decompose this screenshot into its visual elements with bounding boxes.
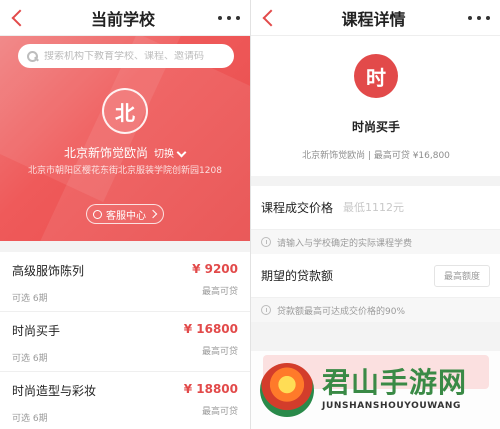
course-max: 最高可贷: [201, 347, 238, 357]
max-amount-label: 最高额度: [443, 272, 480, 282]
app-screens: 当前学校 北 北京新饰觉欧尚 切换 北京市朝阳区樱花东街北京服装学院创新园120…: [0, 0, 500, 429]
course-price: ¥ 16800: [183, 322, 238, 336]
back-icon[interactable]: [261, 9, 279, 27]
course-list: 高级服饰陈列 可选 6期 ¥ 9200 最高可贷 时尚买手 可选 6期 ¥ 16…: [0, 252, 250, 429]
more-icon[interactable]: [467, 9, 490, 27]
course-title: 时尚买手: [351, 120, 400, 134]
search-bar[interactable]: [18, 44, 234, 68]
loan-hint: 贷款额最高可达成交价格的90%: [251, 298, 500, 322]
course-item[interactable]: 时尚造型与彩妆 可选 6期 ¥ 18800 最高可贷: [0, 372, 250, 429]
course-avatar-text: 时: [366, 65, 386, 90]
search-icon: [26, 50, 38, 62]
chevron-down-icon: [176, 148, 186, 158]
price-hint: 请输入与学校确定的实际课程学费: [251, 230, 500, 254]
school-address: 北京市朝阳区樱花东街北京服装学院创新园1208: [28, 166, 222, 176]
service-label: 客服中心: [106, 210, 146, 222]
right-header: 课程详情: [251, 0, 500, 36]
price-label: 课程成交价格: [261, 201, 334, 215]
course-item[interactable]: 高级服饰陈列 可选 6期 ¥ 9200 最高可贷: [0, 252, 250, 312]
price-row: 课程成交价格: [251, 186, 500, 230]
info-icon: [261, 237, 271, 247]
submit-button[interactable]: [263, 355, 489, 389]
school-avatar: 北: [102, 88, 148, 134]
course-avatar: 时: [354, 54, 398, 98]
watermark-subtitle: JUNSHANSHOUYOUWANG: [322, 401, 462, 411]
switch-label: 切换: [154, 149, 174, 160]
price-input[interactable]: [343, 201, 490, 214]
course-price: ¥ 18800: [183, 382, 238, 396]
loan-row: 期望的贷款额 最高额度: [251, 254, 500, 298]
left-header: 当前学校: [0, 0, 250, 36]
headset-icon: [92, 209, 102, 219]
search-input[interactable]: [44, 50, 226, 62]
page-title: 当前学校: [90, 9, 155, 29]
max-amount-button[interactable]: 最高额度: [434, 264, 490, 287]
course-meta: 北京新饰觉欧尚 | 最高可贷 ¥16,800: [302, 151, 450, 161]
price-hint-text: 请输入与学校确定的实际课程学费: [277, 238, 413, 249]
page-title: 课程详情: [341, 9, 406, 29]
right-screen: 课程详情 时 时尚买手 北京新饰觉欧尚 | 最高可贷 ¥16,800 课程成交价…: [250, 0, 500, 429]
course-detail-card: 时 时尚买手 北京新饰觉欧尚 | 最高可贷 ¥16,800: [251, 36, 500, 176]
info-icon: [261, 305, 271, 315]
course-item[interactable]: 时尚买手 可选 6期 ¥ 16800 最高可贷: [0, 312, 250, 372]
course-price: ¥ 9200: [192, 262, 238, 276]
switch-school-button[interactable]: 切换: [154, 145, 186, 160]
chevron-right-icon: [150, 210, 158, 218]
loan-label: 期望的贷款额: [261, 269, 334, 283]
school-name-row: 北京新饰觉欧尚 切换: [0, 144, 250, 161]
school-hero: 北 北京新饰觉欧尚 切换 北京市朝阳区樱花东街北京服装学院创新园1208 客服中…: [0, 36, 250, 241]
course-max: 最高可贷: [201, 407, 238, 417]
payment-form: 课程成交价格 请输入与学校确定的实际课程学费 期望的贷款额 最高额度 贷款额最高…: [251, 186, 500, 322]
back-icon[interactable]: [10, 9, 28, 27]
course-max: 最高可贷: [201, 287, 238, 297]
left-screen: 当前学校 北 北京新饰觉欧尚 切换 北京市朝阳区樱花东街北京服装学院创新园120…: [0, 0, 250, 429]
school-avatar-text: 北: [115, 100, 135, 125]
school-name: 北京新饰觉欧尚: [63, 146, 148, 160]
loan-hint-text: 贷款额最高可达成交价格的90%: [277, 306, 406, 317]
service-center-button[interactable]: 客服中心: [86, 204, 164, 224]
more-icon[interactable]: [217, 9, 240, 27]
